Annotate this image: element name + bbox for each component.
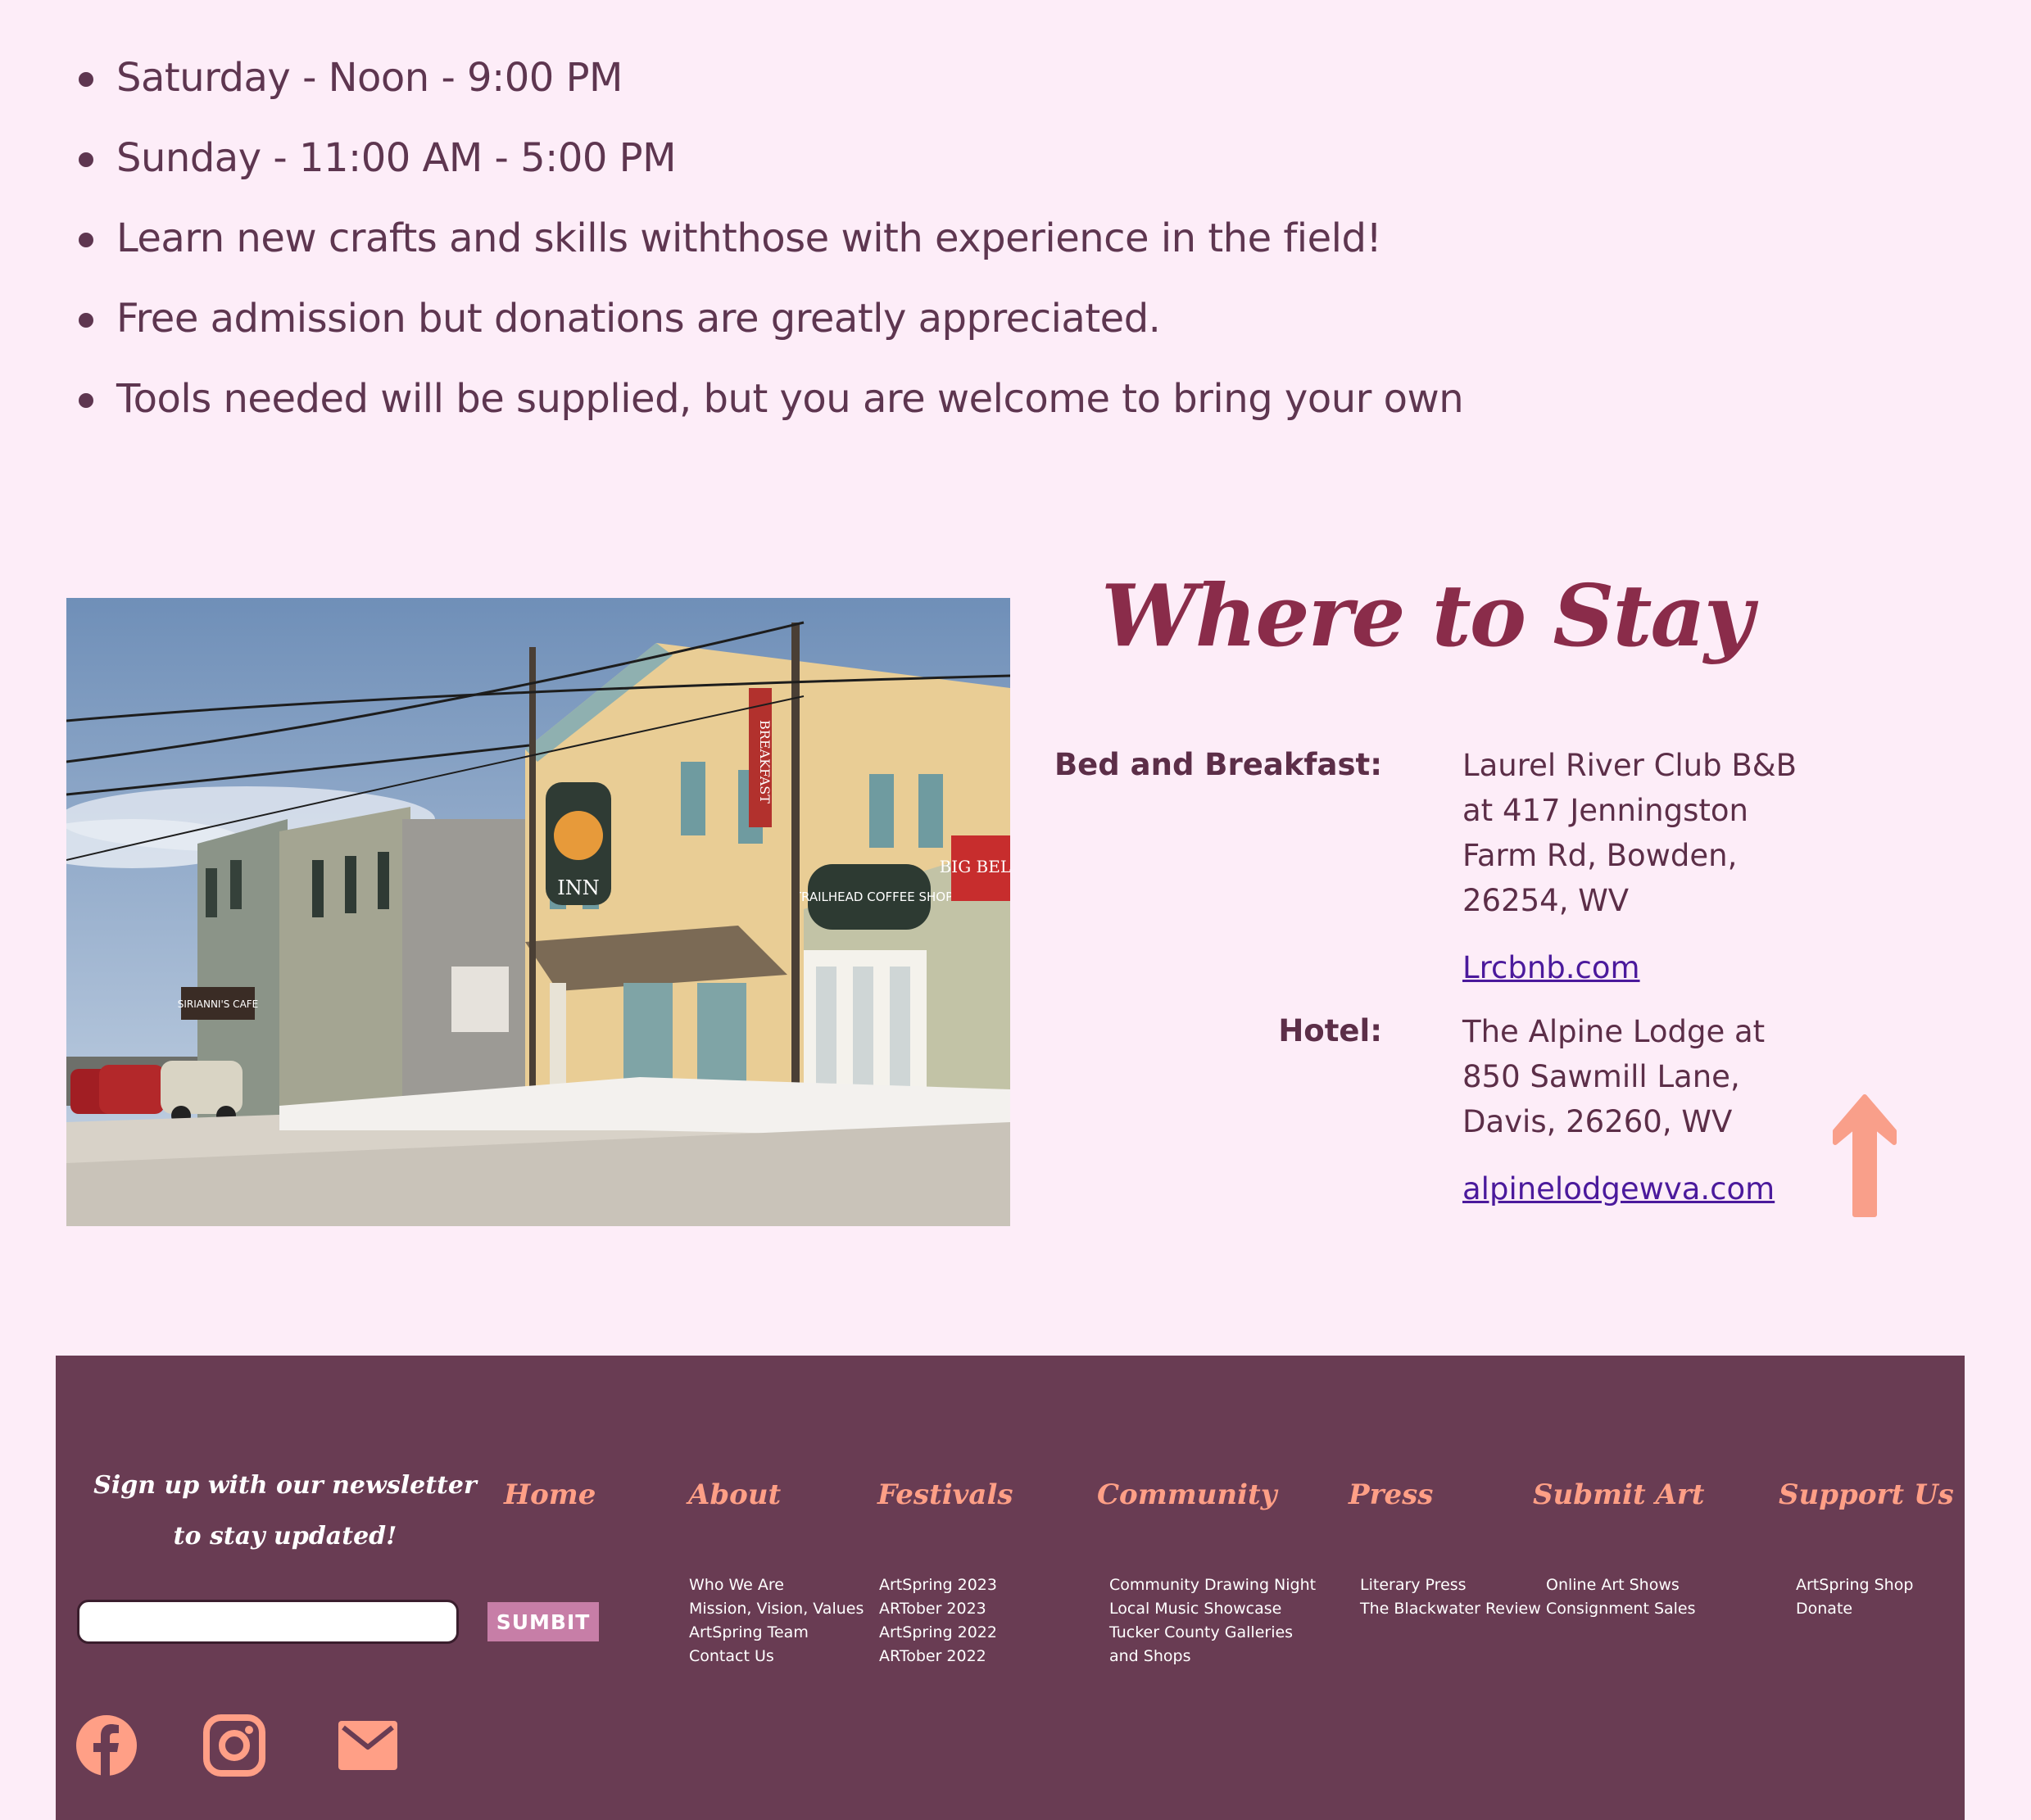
footer-link[interactable]: and Shops bbox=[1109, 1645, 1316, 1668]
footer-nav-about[interactable]: About bbox=[688, 1478, 781, 1511]
newsletter-email-input[interactable] bbox=[77, 1600, 459, 1644]
footer-festival-links: ArtSpring 2023 ARTober 2023 ArtSpring 20… bbox=[879, 1573, 997, 1668]
bnb-label: Bed and Breakfast: bbox=[1054, 747, 1382, 782]
footer-link[interactable]: ArtSpring 2023 bbox=[879, 1573, 997, 1597]
cafe-sign-text: SIRIANNI'S CAFE bbox=[178, 998, 259, 1010]
footer-link[interactable]: Consignment Sales bbox=[1546, 1597, 1696, 1621]
footer-link[interactable]: Local Music Showcase bbox=[1109, 1597, 1316, 1621]
inn-sign-text: INN bbox=[557, 876, 599, 899]
scroll-to-top-button[interactable] bbox=[1832, 1093, 1897, 1221]
footer-link[interactable]: Who We Are bbox=[689, 1573, 864, 1597]
footer-link[interactable]: Donate bbox=[1796, 1597, 1913, 1621]
list-item: Free admission but donations are greatly… bbox=[74, 288, 1463, 369]
newsletter-submit-button[interactable]: SUMBIT bbox=[487, 1602, 599, 1641]
big-bell-sign-text: BIG BELL bbox=[940, 857, 1010, 876]
footer-link[interactable]: Community Drawing Night bbox=[1109, 1573, 1316, 1597]
footer-link[interactable]: ArtSpring 2022 bbox=[879, 1621, 997, 1645]
footer-press-links: Literary Press The Blackwater Review bbox=[1360, 1573, 1541, 1621]
footer-link[interactable]: Online Art Shows bbox=[1546, 1573, 1696, 1597]
footer-support-links: ArtSpring Shop Donate bbox=[1796, 1573, 1913, 1621]
hotel-address: The Alpine Lodge at 850 Sawmill Lane, Da… bbox=[1462, 1009, 1765, 1144]
coffee-sign-text: TRAILHEAD COFFEE SHOP bbox=[793, 890, 953, 904]
breakfast-sign-text: BREAKFAST bbox=[757, 720, 773, 804]
bnb-address-line: at 417 Jenningston bbox=[1462, 793, 1748, 828]
where-to-stay-heading: Where to Stay bbox=[1101, 565, 1753, 666]
footer-community-links: Community Drawing Night Local Music Show… bbox=[1109, 1573, 1316, 1668]
footer-link[interactable]: ARTober 2023 bbox=[879, 1597, 997, 1621]
newsletter-heading-line: to stay updated! bbox=[173, 1522, 397, 1551]
hotel-address-line: Davis, 26260, WV bbox=[1462, 1104, 1733, 1139]
bnb-address-line: Farm Rd, Bowden, bbox=[1462, 838, 1738, 873]
newsletter-heading-line: Sign up with our newsletter bbox=[93, 1471, 477, 1500]
footer-link[interactable]: The Blackwater Review bbox=[1360, 1597, 1541, 1621]
site-footer: Sign up with our newsletter to stay upda… bbox=[56, 1356, 1965, 1820]
town-street-photo: INN BREAKFAST TRAILHEAD COFFEE SHOP BIG … bbox=[66, 598, 1010, 1226]
footer-link[interactable]: Tucker County Galleries bbox=[1109, 1621, 1316, 1645]
event-details-list: Saturday - Noon - 9:00 PM Sunday - 11:00… bbox=[74, 48, 1464, 449]
footer-nav-festivals[interactable]: Festivals bbox=[877, 1478, 1013, 1511]
hotel-address-line: 850 Sawmill Lane, bbox=[1462, 1059, 1740, 1094]
footer-submit-art-links: Online Art Shows Consignment Sales bbox=[1546, 1573, 1696, 1621]
mail-icon[interactable] bbox=[337, 1714, 399, 1777]
arrow-up-icon bbox=[1833, 1094, 1897, 1217]
footer-link[interactable]: Literary Press bbox=[1360, 1573, 1541, 1597]
footer-link[interactable]: ARTober 2022 bbox=[879, 1645, 997, 1668]
hotel-address-line: The Alpine Lodge at bbox=[1462, 1014, 1766, 1049]
footer-about-links: Who We Are Mission, Vision, Values ArtSp… bbox=[689, 1573, 864, 1668]
bnb-address: Laurel River Club B&B at 417 Jenningston… bbox=[1462, 743, 1797, 923]
list-item: Sunday - 11:00 AM - 5:00 PM bbox=[74, 128, 1463, 208]
footer-nav-community[interactable]: Community bbox=[1097, 1478, 1277, 1511]
list-item: Learn new crafts and skills withthose wi… bbox=[74, 208, 1463, 288]
bnb-address-line: 26254, WV bbox=[1462, 883, 1630, 918]
footer-nav-home[interactable]: Home bbox=[504, 1478, 596, 1511]
instagram-icon[interactable] bbox=[203, 1714, 265, 1777]
facebook-icon[interactable] bbox=[75, 1714, 138, 1777]
newsletter-heading: Sign up with our newsletter to stay upda… bbox=[80, 1460, 490, 1562]
footer-nav-submit-art[interactable]: Submit Art bbox=[1533, 1478, 1704, 1511]
bnb-address-line: Laurel River Club B&B bbox=[1462, 748, 1797, 783]
bnb-website-link[interactable]: Lrcbnb.com bbox=[1462, 950, 1640, 985]
hotel-label: Hotel: bbox=[1278, 1013, 1382, 1048]
footer-link[interactable]: Contact Us bbox=[689, 1645, 864, 1668]
footer-link[interactable]: ArtSpring Shop bbox=[1796, 1573, 1913, 1597]
list-item: Saturday - Noon - 9:00 PM bbox=[74, 48, 1463, 128]
list-item: Tools needed will be supplied, but you a… bbox=[74, 369, 1464, 449]
footer-nav-support-us[interactable]: Support Us bbox=[1779, 1478, 1954, 1511]
footer-link[interactable]: ArtSpring Team bbox=[689, 1621, 864, 1645]
footer-link[interactable]: Mission, Vision, Values bbox=[689, 1597, 864, 1621]
footer-nav-press[interactable]: Press bbox=[1349, 1478, 1433, 1511]
hotel-website-link[interactable]: alpinelodgewva.com bbox=[1462, 1171, 1775, 1207]
